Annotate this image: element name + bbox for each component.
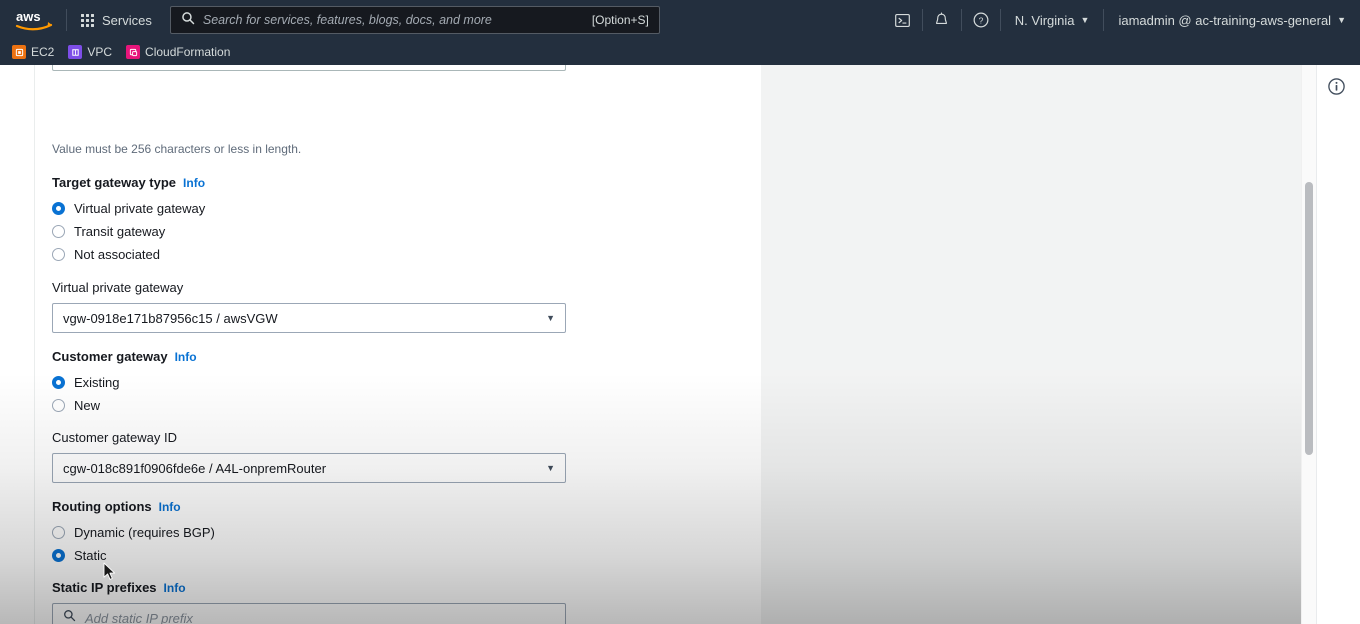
bell-icon [936,12,948,24]
services-label: Services [102,12,152,28]
static-ip-prefixes-label: Static IP prefixes Info [52,580,566,595]
global-search-box[interactable]: Search for services, features, blogs, do… [169,6,660,34]
radio-label: Virtual private gateway [74,201,206,216]
customer-gateway-group: Customer gateway Info Existing New [52,349,197,417]
customer-gateway-id-group: Customer gateway ID cgw-018c891f0906fde6… [52,430,566,483]
label-text: Static IP prefixes [52,580,157,595]
chevron-down-icon: ▼ [1337,14,1346,25]
customer-gateway-label: Customer gateway Info [52,349,197,364]
virtual-private-gateway-select[interactable]: vgw-0918e171b87956c15 / awsVGW ▼ [52,303,566,333]
radio-button[interactable] [52,549,65,562]
virtual-private-gateway-label: Virtual private gateway [52,280,184,295]
cloudshell-button[interactable] [884,0,922,40]
radio-transit-gateway[interactable]: Transit gateway [52,220,205,243]
search-shortcut-hint: [Option+S] [591,13,649,27]
svg-text:aws: aws [16,9,41,24]
info-link[interactable]: Info [164,581,186,595]
radio-button[interactable] [52,225,65,238]
vpc-icon [68,45,83,59]
name-tag-input-partial[interactable] [52,65,566,71]
notifications-button[interactable] [923,0,961,40]
radio-customer-gateway-new[interactable]: New [52,394,197,417]
radio-routing-static[interactable]: Static [52,544,215,567]
region-selector[interactable]: N. Virginia ▼ [1001,0,1104,40]
top-navigation-bar: aws Services Search for services, featur… [0,0,1360,40]
static-ip-prefix-input[interactable]: Add static IP prefix [52,603,566,624]
favorites-bar: EC2 VPC CloudFormation [0,40,1360,65]
label-text: Routing options [52,499,152,514]
radio-label: Dynamic (requires BGP) [74,525,215,540]
chevron-down-icon: ▼ [1080,14,1090,25]
radio-label: Transit gateway [74,224,166,239]
aws-logo-icon: aws [15,9,53,31]
favorite-label: VPC [87,45,113,59]
radio-button[interactable] [52,248,65,261]
radio-label: Existing [74,375,120,390]
search-icon [63,609,76,624]
grid-icon [81,13,94,27]
help-button[interactable]: ? [962,0,1000,40]
info-circle-icon[interactable] [1327,77,1346,101]
routing-options-group: Routing options Info Dynamic (requires B… [52,499,215,567]
top-nav-right-cluster: ? N. Virginia ▼ iamadmin @ ac-training-a… [884,0,1360,40]
radio-customer-gateway-existing[interactable]: Existing [52,371,197,394]
static-ip-prefixes-group: Static IP prefixes Info Add static IP pr… [52,580,566,624]
aws-logo[interactable]: aws [6,0,62,40]
target-gateway-type-label: Target gateway type Info [52,175,205,190]
vpn-connection-form: Value must be 256 characters or less in … [36,65,761,624]
customer-gateway-id-label: Customer gateway ID [52,430,177,445]
radio-label: New [74,398,101,413]
chevron-down-icon: ▼ [546,463,555,473]
static-ip-prefix-placeholder: Add static IP prefix [85,610,193,624]
info-link[interactable]: Info [159,500,181,514]
select-value: cgw-018c891f0906fde6e / A4L-onpremRouter [63,460,327,476]
radio-label: Not associated [74,247,160,262]
chevron-down-icon: ▼ [546,313,555,323]
svg-text:?: ? [978,16,983,26]
left-gutter [0,65,35,624]
radio-not-associated[interactable]: Not associated [52,243,205,266]
radio-button[interactable] [52,526,65,539]
favorite-item-ec2[interactable]: EC2 [12,45,54,59]
cloudformation-icon [126,45,141,59]
search-icon [181,11,195,30]
label-text: Target gateway type [52,175,177,190]
favorite-label: CloudFormation [145,45,231,59]
region-label: N. Virginia [1014,12,1075,28]
help-panel [1316,65,1360,624]
info-link[interactable]: Info [175,350,197,364]
favorite-item-vpc[interactable]: VPC [68,45,112,59]
question-circle-icon: ? [973,12,989,28]
page-body: Value must be 256 characters or less in … [0,65,1360,624]
ec2-icon [12,45,26,59]
label-text: Customer gateway [52,349,168,364]
select-value: vgw-0918e171b87956c15 / awsVGW [63,310,278,326]
name-helper-text: Value must be 256 characters or less in … [52,142,302,156]
cloudshell-icon [895,13,911,27]
radio-routing-dynamic[interactable]: Dynamic (requires BGP) [52,521,215,544]
routing-options-label: Routing options Info [52,499,215,514]
info-link[interactable]: Info [183,176,205,190]
radio-virtual-private-gateway[interactable]: Virtual private gateway [52,197,205,220]
radio-button[interactable] [52,376,65,389]
account-label: iamadmin @ ac-training-aws-general [1118,12,1332,28]
favorite-item-cloudformation[interactable]: CloudFormation [126,45,230,59]
favorite-label: EC2 [31,45,55,59]
account-menu[interactable]: iamadmin @ ac-training-aws-general ▼ [1104,0,1360,40]
target-gateway-type-group: Target gateway type Info Virtual private… [52,175,205,266]
radio-button[interactable] [52,202,65,215]
customer-gateway-id-select[interactable]: cgw-018c891f0906fde6e / A4L-onpremRouter… [52,453,566,483]
services-menu-button[interactable]: Services [71,5,162,35]
search-input[interactable]: Search for services, features, blogs, do… [203,13,592,27]
radio-label: Static [74,548,107,563]
page-scrollbar-track[interactable] [1301,65,1316,624]
virtual-private-gateway-group: Virtual private gateway vgw-0918e171b879… [52,280,566,333]
page-scrollbar-thumb[interactable] [1305,182,1313,455]
nav-divider [66,9,67,31]
radio-button[interactable] [52,399,65,412]
